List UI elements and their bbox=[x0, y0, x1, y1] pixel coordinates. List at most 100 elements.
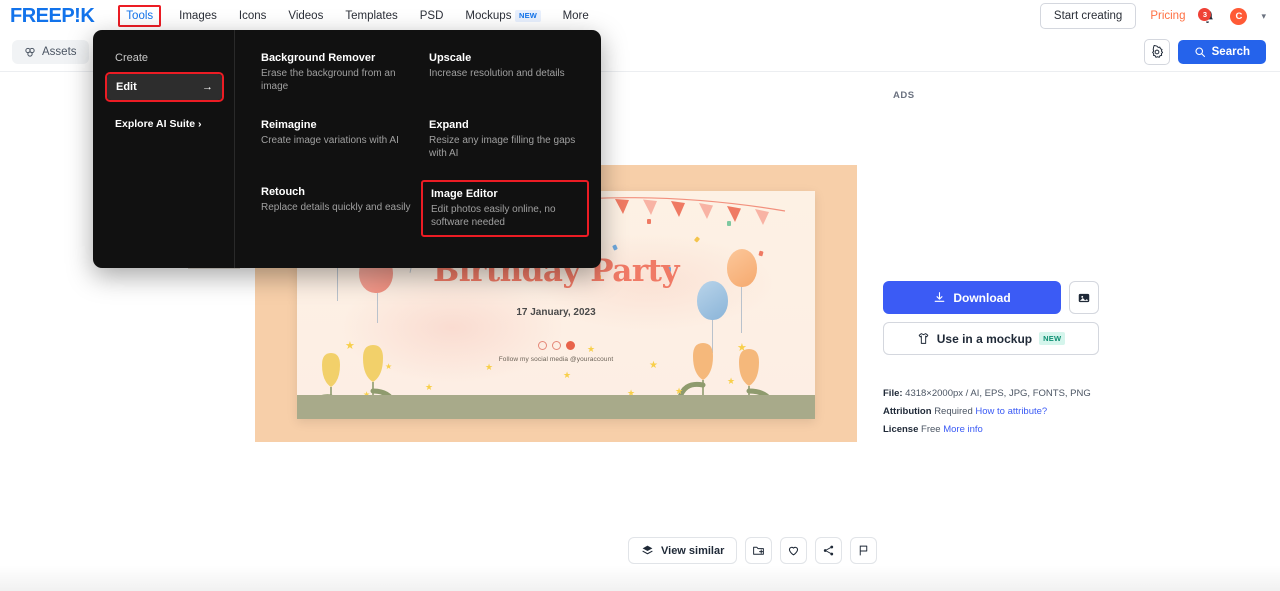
bottom-action-bar: View similar bbox=[628, 537, 878, 564]
dropdown-item-desc: Increase resolution and details bbox=[429, 68, 565, 79]
nav-links: Tools Images Icons Videos Templates PSD … bbox=[112, 5, 599, 27]
banner-social-icons bbox=[297, 341, 815, 350]
search-button[interactable]: Search bbox=[1177, 39, 1266, 64]
explore-ai-suite-link[interactable]: Explore AI Suite › bbox=[107, 112, 222, 136]
dropdown-item-background-remover[interactable]: Background Remover Erase the background … bbox=[255, 48, 419, 97]
explore-ai-suite-label: Explore AI Suite bbox=[115, 118, 199, 130]
notifications-button[interactable]: 3 bbox=[1198, 7, 1216, 25]
dropdown-item-upscale[interactable]: Upscale Increase resolution and details bbox=[423, 48, 587, 97]
how-to-attribute-link[interactable]: How to attribute? bbox=[975, 406, 1047, 417]
nav-right-group: Start creating Pricing 3 C ▾ bbox=[1039, 3, 1280, 29]
search-icon bbox=[1195, 46, 1205, 57]
dropdown-item-desc: Resize any image filling the gaps with A… bbox=[429, 135, 576, 159]
dropdown-item-desc: Replace details quickly and easily bbox=[261, 202, 411, 213]
dropdown-item-desc: Create image variations with AI bbox=[261, 135, 399, 146]
dropdown-item-retouch[interactable]: Retouch Replace details quickly and easi… bbox=[255, 182, 419, 235]
file-value: 4318×2000px / AI, EPS, JPG, FONTS, PNG bbox=[905, 388, 1091, 399]
nav-item-tools[interactable]: Tools bbox=[118, 5, 162, 27]
view-similar-label: View similar bbox=[661, 544, 725, 557]
dropdown-category-create[interactable]: Create bbox=[107, 46, 222, 70]
share-button[interactable] bbox=[815, 537, 843, 564]
facebook-icon bbox=[537, 341, 547, 350]
banner-date: 17 January, 2023 bbox=[516, 307, 596, 318]
notification-count-badge: 3 bbox=[1198, 7, 1212, 21]
arrow-right-icon: → bbox=[202, 81, 213, 93]
nav-item-templates[interactable]: Templates bbox=[334, 6, 408, 26]
license-more-info-link[interactable]: More info bbox=[943, 424, 983, 435]
star-icon: ★ bbox=[563, 370, 572, 380]
new-badge: NEW bbox=[515, 9, 541, 22]
dropdown-left-column: Create Edit → Explore AI Suite › bbox=[93, 30, 235, 268]
license-label: License bbox=[883, 424, 919, 435]
dropdown-item-reimagine[interactable]: Reimagine Create image variations with A… bbox=[255, 115, 419, 164]
heart-icon bbox=[789, 546, 799, 556]
new-badge: NEW bbox=[1039, 332, 1066, 345]
search-right-group: Search bbox=[1143, 38, 1280, 65]
use-in-mockup-button[interactable]: Use in a mockup NEW bbox=[883, 322, 1099, 355]
attribution-value: Required bbox=[934, 406, 973, 417]
instagram-icon bbox=[551, 341, 561, 350]
pricing-link[interactable]: Pricing bbox=[1150, 10, 1185, 22]
user-avatar[interactable]: C bbox=[1230, 7, 1248, 25]
dropdown-right-column: Background Remover Erase the background … bbox=[235, 30, 601, 268]
share-icon bbox=[824, 545, 834, 556]
dropdown-category-edit[interactable]: Edit → bbox=[107, 74, 222, 100]
assets-icon bbox=[25, 47, 35, 57]
chevron-down-icon[interactable]: ▾ bbox=[1261, 11, 1266, 22]
nav-item-psd[interactable]: PSD bbox=[409, 6, 455, 26]
dropdown-item-title: Expand bbox=[429, 119, 469, 131]
report-button[interactable] bbox=[850, 537, 878, 564]
like-button[interactable] bbox=[780, 537, 808, 564]
attribution-label: Attribution bbox=[883, 406, 932, 417]
banner-ground bbox=[297, 395, 815, 419]
file-label: File: bbox=[883, 388, 903, 399]
top-navigation: FREEP!K Tools Images Icons Videos Templa… bbox=[0, 0, 1280, 32]
nav-item-icons[interactable]: Icons bbox=[228, 6, 278, 26]
nav-item-mockups-label: Mockups bbox=[465, 10, 512, 23]
star-icon: ★ bbox=[727, 376, 736, 386]
file-metadata: File: 4318×2000px / AI, EPS, JPG, FONTS,… bbox=[883, 385, 1099, 439]
license-value: Free bbox=[921, 424, 941, 435]
nav-item-more[interactable]: More bbox=[552, 6, 600, 26]
search-button-label: Search bbox=[1211, 45, 1250, 58]
download-sidebar: Download Use in a mockup NEW File: 4318×… bbox=[883, 281, 1099, 439]
file-info-row: File: 4318×2000px / AI, EPS, JPG, FONTS,… bbox=[883, 385, 1099, 403]
nav-item-mockups[interactable]: Mockups NEW bbox=[454, 6, 551, 26]
gear-icon bbox=[1151, 44, 1163, 58]
use-in-mockup-label: Use in a mockup bbox=[936, 331, 1033, 346]
page-root: FREEP!K Tools Images Icons Videos Templa… bbox=[0, 0, 1280, 591]
nav-item-tools-label: Tools bbox=[118, 5, 162, 27]
nav-item-images[interactable]: Images bbox=[168, 6, 228, 26]
add-to-collection-button[interactable] bbox=[745, 537, 773, 564]
dropdown-item-title: Image Editor bbox=[431, 188, 498, 200]
banner-follow-text: Follow my social media @youraccount bbox=[498, 356, 614, 363]
dropdown-item-image-editor[interactable]: Image Editor Edit photos easily online, … bbox=[421, 180, 589, 237]
dropdown-item-title: Reimagine bbox=[261, 119, 317, 131]
flag-icon bbox=[860, 545, 868, 556]
layers-icon bbox=[642, 545, 653, 555]
freepik-logo[interactable]: FREEP!K bbox=[10, 5, 95, 28]
dropdown-item-title: Background Remover bbox=[261, 52, 376, 64]
assets-label: Assets bbox=[42, 45, 77, 58]
nav-item-videos[interactable]: Videos bbox=[277, 6, 334, 26]
edit-image-button[interactable] bbox=[1069, 281, 1099, 314]
dropdown-item-desc: Erase the background from an image bbox=[261, 68, 396, 92]
ads-label: ADS bbox=[893, 90, 915, 101]
assets-selector[interactable]: Assets bbox=[12, 39, 89, 64]
confetti-dot bbox=[727, 221, 731, 226]
view-similar-button[interactable]: View similar bbox=[628, 537, 738, 564]
dropdown-item-title: Upscale bbox=[429, 52, 472, 64]
download-button[interactable]: Download bbox=[883, 281, 1061, 314]
license-row: License Free More info bbox=[883, 421, 1099, 439]
image-edit-icon bbox=[1078, 293, 1090, 302]
attribution-row: Attribution Required How to attribute? bbox=[883, 403, 1099, 421]
page-bottom-shadow bbox=[0, 565, 1280, 591]
dropdown-category-edit-highlight: Edit → bbox=[105, 72, 224, 102]
dropdown-item-title: Retouch bbox=[261, 186, 305, 198]
settings-button[interactable] bbox=[1143, 38, 1170, 65]
download-icon bbox=[934, 292, 945, 302]
start-creating-button[interactable]: Start creating bbox=[1039, 3, 1137, 29]
chevron-right-icon: › bbox=[198, 118, 202, 130]
dropdown-item-expand[interactable]: Expand Resize any image filling the gaps… bbox=[423, 115, 587, 164]
confetti-dot bbox=[647, 219, 651, 224]
